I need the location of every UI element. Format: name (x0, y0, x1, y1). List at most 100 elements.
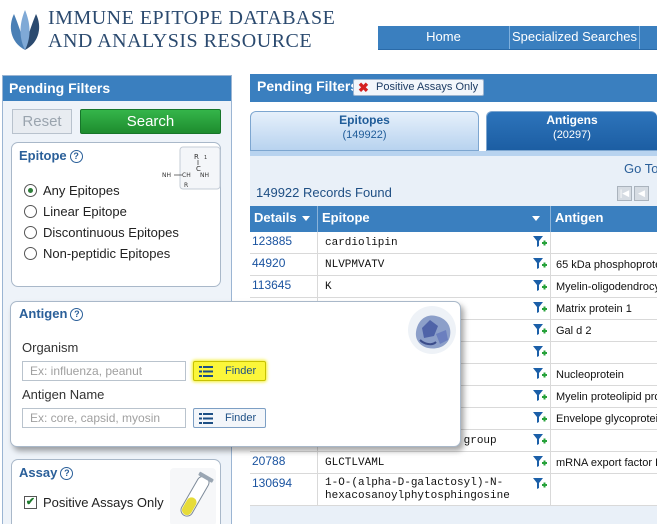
radio-button[interactable] (24, 205, 37, 218)
organism-label: Organism (22, 340, 79, 355)
table-row: 20788GLCTLVAML mRNA export factor ICP27 (250, 452, 657, 474)
antigen-cell: Nucleoprotein (556, 369, 624, 381)
reset-button[interactable]: Reset (12, 109, 72, 134)
epitope-cell: NLVPMVATV (318, 254, 551, 275)
antigen-cell: 65 kDa phosphoprotein (556, 259, 657, 271)
iedb-logo-icon (10, 10, 40, 50)
antigen-cell: Matrix protein 1 (556, 303, 632, 315)
add-filter-icon[interactable] (533, 323, 547, 337)
antigen-name-label: Antigen Name (22, 387, 105, 402)
column-antigen-label: Antigen (555, 210, 604, 225)
positive-assays-only-checkbox-row[interactable]: ✔ Positive Assays Only (24, 495, 164, 510)
add-filter-icon[interactable] (533, 235, 547, 249)
assay-filter-box: Assay? ✔ Positive Assays Only (11, 459, 221, 524)
radio-label: Linear Epitope (43, 204, 127, 219)
epitope-id-link[interactable]: 123885 (250, 232, 318, 253)
positive-assays-chip[interactable]: ✖ Positive Assays Only (353, 79, 485, 96)
tab-antigens-count: (20297) (553, 129, 591, 141)
epitope-filter-label: Epitope (19, 148, 67, 163)
svg-text:NH: NH (200, 172, 209, 179)
add-filter-icon[interactable] (533, 279, 547, 293)
remove-filter-icon[interactable]: ✖ (358, 81, 370, 94)
go-to-link[interactable]: Go To (624, 161, 657, 176)
epitope-cell: cardiolipin (318, 232, 551, 253)
assay-filter-title: Assay? (19, 465, 74, 480)
help-icon[interactable]: ? (69, 150, 83, 163)
organism-input[interactable] (22, 361, 186, 381)
tab-antigens[interactable]: Antigens (20297) (486, 111, 657, 151)
finder-label: Finder (225, 365, 257, 377)
column-epitope[interactable]: Epitope (318, 206, 551, 232)
nav-specialized-searches[interactable]: Specialized Searches (510, 26, 640, 49)
organism-finder-button[interactable]: Finder (193, 361, 266, 381)
nav-home[interactable]: Home (378, 26, 510, 49)
tab-epitopes[interactable]: Epitopes (149922) (250, 111, 479, 151)
antigen-name-finder-button[interactable]: Finder (193, 408, 266, 428)
antigen-cell: Envelope glycoprotein (556, 413, 657, 425)
results-pending-filters-bar: Pending Filters ✖ Positive Assays Only (250, 74, 657, 102)
list-icon (199, 412, 213, 424)
add-filter-icon[interactable] (533, 411, 547, 425)
radio-discontinuous-epitopes[interactable]: Discontinuous Epitopes (24, 225, 179, 240)
pending-filters-panel: Pending Filters Reset Search Epitope? R … (2, 75, 232, 524)
antigen-cell: Myelin proteolipid protein (556, 391, 657, 403)
table-header: Details Epitope Antigen (250, 206, 657, 232)
protein-structure-icon (408, 306, 456, 354)
epitope-id-link[interactable]: 113645 (250, 276, 318, 297)
add-filter-icon[interactable] (533, 345, 547, 359)
epitope-cell: GLCTLVAML (318, 452, 551, 473)
table-row: 123885 cardiolipin (250, 232, 657, 254)
list-icon (199, 365, 213, 377)
add-filter-icon[interactable] (533, 455, 547, 469)
column-antigen[interactable]: Antigen (551, 206, 657, 232)
antigen-filter-popup: Antigen? Organism Finder Antigen Name Fi… (10, 301, 461, 447)
positive-assays-only-checkbox[interactable]: ✔ (24, 496, 37, 509)
assay-filter-label: Assay (19, 465, 58, 480)
table-row: 44920NLVPMVATV 65 kDa phosphoprotein (250, 254, 657, 276)
add-filter-icon[interactable] (533, 301, 547, 315)
add-filter-icon[interactable] (533, 367, 547, 381)
search-button[interactable]: Search (80, 109, 221, 134)
epitope-filter-box: Epitope? R 1 C CH NH R NH Any Epitopes L… (11, 142, 221, 287)
test-tube-icon (170, 468, 216, 524)
sort-arrow-icon[interactable] (302, 216, 310, 221)
add-filter-icon[interactable] (533, 477, 547, 491)
first-page-icon[interactable]: |◀ (617, 186, 632, 201)
iedb-logo[interactable]: IMMUNE EPITOPE DATABASE AND ANALYSIS RES… (4, 4, 344, 56)
radio-any-epitopes[interactable]: Any Epitopes (24, 183, 120, 198)
radio-label: Discontinuous Epitopes (43, 225, 179, 240)
radio-button[interactable] (24, 226, 37, 239)
radio-button-selected[interactable] (24, 184, 37, 197)
antigen-name-input[interactable] (22, 408, 186, 428)
radio-label: Any Epitopes (43, 183, 120, 198)
radio-linear-epitope[interactable]: Linear Epitope (24, 204, 127, 219)
sort-arrow-icon[interactable] (532, 216, 540, 221)
antigen-cell: Myelin-oligodendrocyte glycoprotein (556, 281, 657, 293)
epitope-id-link[interactable]: 130694 (250, 474, 318, 505)
svg-text:R: R (184, 182, 188, 189)
epitope-id-link[interactable]: 20788 (250, 452, 318, 473)
molecule-icon: R 1 C CH NH R NH (162, 146, 221, 190)
radio-button[interactable] (24, 247, 37, 260)
logo-text-line1: IMMUNE EPITOPE DATABASE (48, 7, 336, 29)
help-icon[interactable]: ? (70, 308, 84, 321)
pending-filters-title: Pending Filters (3, 76, 231, 101)
antigen-cell (551, 474, 657, 505)
svg-text:CH: CH (182, 172, 191, 179)
add-filter-icon[interactable] (533, 433, 547, 447)
add-filter-icon[interactable] (533, 257, 547, 271)
help-icon[interactable]: ? (60, 467, 74, 480)
epitope-id-link[interactable]: 44920 (250, 254, 318, 275)
add-filter-icon[interactable] (533, 389, 547, 403)
antigen-cell (551, 342, 657, 363)
prev-page-icon[interactable]: ◀ (634, 186, 649, 201)
positive-assays-only-label: Positive Assays Only (43, 495, 164, 510)
antigen-cell (551, 430, 657, 451)
finder-label: Finder (225, 412, 257, 424)
table-row: 113645K Myelin-oligodendrocyte glycoprote… (250, 276, 657, 298)
column-details[interactable]: Details (250, 206, 318, 232)
tab-epitopes-count: (149922) (342, 129, 387, 141)
radio-non-peptidic-epitopes[interactable]: Non-peptidic Epitopes (24, 246, 170, 261)
results-pending-filters-title: Pending Filters (257, 78, 359, 94)
logo-text-line2: AND ANALYSIS RESOURCE (48, 30, 313, 52)
